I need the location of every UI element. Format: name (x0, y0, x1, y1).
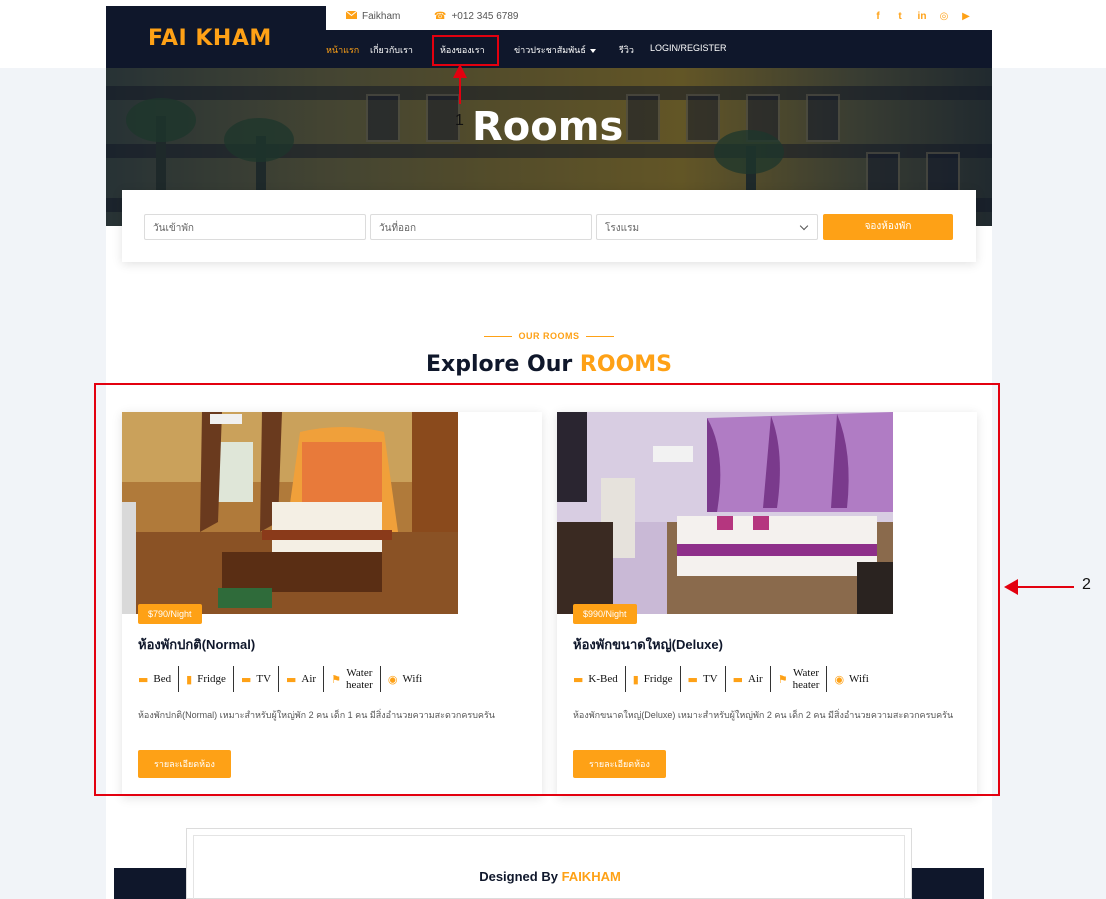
footer-credit-box: Designed By FAIKHAM (186, 828, 912, 899)
hotel-select-value: โรงแรม (605, 223, 640, 234)
page-background-right (992, 68, 1106, 899)
checkin-date-field[interactable]: วันเข้าพัก (144, 214, 366, 240)
annotation-arrow-shaft (1010, 586, 1074, 588)
youtube-icon[interactable]: ▶ (960, 11, 972, 23)
facebook-icon[interactable]: f (872, 11, 884, 23)
section-subtitle: OUR ROOMS (106, 331, 992, 341)
social-links: f t in ◎ ▶ (872, 11, 972, 23)
nav-home[interactable]: หน้าแรก (326, 43, 359, 57)
checkout-date-field[interactable]: วันที่ออก (370, 214, 592, 240)
nav-reviews[interactable]: รีวิว (619, 43, 634, 57)
chevron-down-icon (799, 221, 809, 231)
nav-login-register[interactable]: LOGIN/REGISTER (650, 43, 727, 53)
phone-icon: ☎ (434, 11, 447, 22)
section-title-main: Explore Our (425, 352, 573, 377)
designed-by-prefix: Designed By (479, 869, 558, 884)
hotel-select[interactable]: โรงแรม (596, 214, 818, 240)
annotation-box-room-cards (94, 383, 1000, 796)
email-text: Faikham (362, 11, 401, 22)
site-logo[interactable]: FAI KHAM (148, 26, 272, 51)
section-title-highlight: ROOMS (579, 352, 673, 377)
nav-news[interactable]: ข่าวประชาสัมพันธ์ (514, 43, 596, 57)
section-title: Explore Our ROOMS (106, 352, 992, 377)
footer-credit-frame (193, 835, 905, 899)
nav-about[interactable]: เกี่ยวกับเรา (370, 43, 413, 57)
email-contact[interactable]: Faikham (345, 10, 401, 22)
designed-by-text: Designed By FAIKHAM (187, 869, 913, 884)
phone-text: +012 345 6789 (451, 11, 519, 22)
divider (585, 336, 614, 338)
brand-bar: FAI KHAM (106, 6, 326, 68)
booking-form: วันเข้าพัก วันที่ออก โรงแรม จองห้องพัก (122, 190, 976, 262)
divider (484, 336, 513, 338)
linkedin-icon[interactable]: in (916, 11, 928, 23)
nav-news-label: ข่าวประชาสัมพันธ์ (514, 45, 586, 55)
phone-contact[interactable]: ☎ +012 345 6789 (434, 11, 518, 22)
top-contact-bar: Faikham ☎ +012 345 6789 f t in ◎ ▶ (326, 6, 992, 30)
page-background-left (0, 68, 106, 899)
page-title: Rooms (472, 104, 624, 150)
annotation-box-nav-rooms (432, 35, 499, 66)
designed-by-brand[interactable]: FAIKHAM (562, 869, 621, 884)
twitter-icon[interactable]: t (894, 11, 906, 23)
annotation-arrow-shaft (459, 68, 461, 104)
main-navbar: หน้าแรก เกี่ยวกับเรา ห้องของเรา ข่าวประช… (326, 30, 992, 68)
envelope-icon (345, 10, 358, 22)
annotation-label-2: 2 (1082, 576, 1091, 593)
annotation-label-1: 1 (455, 112, 464, 129)
section-subtitle-text: OUR ROOMS (518, 331, 580, 341)
chevron-down-icon (589, 48, 596, 53)
book-room-button[interactable]: จองห้องพัก (823, 214, 953, 240)
instagram-icon[interactable]: ◎ (938, 11, 950, 23)
